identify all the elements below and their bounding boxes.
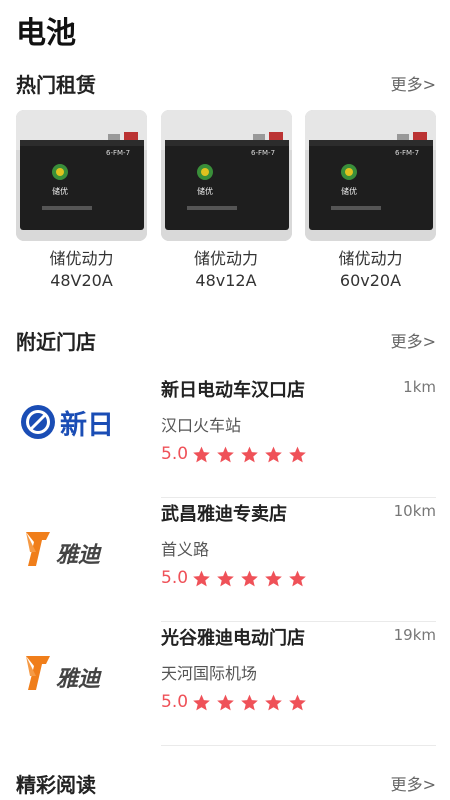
store-item[interactable]: 新日 新日电动车汉口店 1km 汉口火车站 5.0 — [16, 374, 436, 498]
divider — [161, 745, 436, 746]
star-icon — [193, 446, 210, 462]
featured-reading-title: 精彩阅读 — [16, 772, 96, 797]
yadea-logo-text: 雅迪 — [56, 667, 102, 692]
store-name: 新日电动车汉口店 — [161, 380, 305, 401]
star-icon — [241, 694, 258, 710]
star-icon — [217, 446, 234, 462]
page-title: 电池 — [16, 16, 76, 51]
hot-rentals-title: 热门租赁 — [16, 72, 96, 97]
yadea-logo: 雅迪 — [16, 518, 136, 578]
rating-value: 5.0 — [161, 444, 189, 464]
star-icon — [241, 570, 258, 586]
battery-image: 6-FM-7 储优 — [160, 110, 292, 241]
product-list: 6-FM-7 储优 储优动力 48V20A 6-FM-7 储优 储优动力 48v… — [16, 110, 436, 292]
store-rating: 5.0 — [161, 444, 312, 464]
store-item[interactable]: 雅迪 武昌雅迪专卖店 10km 首义路 5.0 — [16, 498, 436, 622]
store-distance: 10km — [393, 502, 436, 520]
product-card[interactable]: 6-FM-7 储优 储优动力 48V20A — [16, 110, 147, 292]
product-name: 储优动力 — [338, 249, 403, 268]
battery-image: 6-FM-7 储优 — [305, 110, 436, 241]
store-distance: 1km — [403, 378, 436, 396]
battery-model-label: 6-FM-7 — [395, 149, 419, 157]
star-icon — [289, 446, 306, 462]
nearby-stores-title: 附近门店 — [16, 329, 96, 354]
star-icon — [265, 570, 282, 586]
star-rating — [192, 569, 312, 588]
star-icon — [289, 694, 306, 710]
store-distance: 19km — [393, 626, 436, 644]
sunrise-logo: 新日 — [16, 394, 136, 454]
battery-brand-mark: 储优 — [197, 186, 213, 196]
star-icon — [193, 694, 210, 710]
store-item[interactable]: 雅迪 光谷雅迪电动门店 19km 天河国际机场 5.0 — [16, 622, 436, 746]
star-icon — [289, 570, 306, 586]
battery-brand-mark: 储优 — [52, 186, 68, 196]
star-icon — [217, 570, 234, 586]
battery-image: 6-FM-7 储优 — [16, 110, 147, 241]
battery-model-label: 6-FM-7 — [251, 149, 275, 157]
product-spec: 48v12A — [195, 271, 257, 290]
store-address: 汉口火车站 — [161, 416, 242, 435]
store-name: 光谷雅迪电动门店 — [161, 628, 305, 649]
store-rating: 5.0 — [161, 568, 312, 588]
yadea-logo-text: 雅迪 — [56, 543, 102, 568]
product-card[interactable]: 6-FM-7 储优 储优动力 48v12A — [160, 110, 292, 292]
product-spec: 60v20A — [339, 271, 402, 290]
star-icon — [241, 446, 258, 462]
nearby-stores-header: 附近门店 更多> — [16, 325, 436, 355]
star-rating — [192, 445, 312, 464]
product-spec: 48V20A — [50, 271, 113, 290]
star-rating — [192, 693, 312, 712]
rating-value: 5.0 — [161, 692, 189, 712]
store-address: 天河国际机场 — [161, 664, 258, 683]
product-name: 储优动力 — [193, 249, 258, 268]
product-card[interactable]: 6-FM-7 储优 储优动力 60v20A — [305, 110, 436, 292]
yadea-logo: 雅迪 — [16, 642, 136, 702]
battery-brand-mark: 储优 — [341, 186, 357, 196]
rating-value: 5.0 — [161, 568, 189, 588]
store-rating: 5.0 — [161, 692, 312, 712]
store-name: 武昌雅迪专卖店 — [161, 504, 287, 525]
featured-reading-header: 精彩阅读 更多> — [16, 768, 436, 798]
hot-rentals-header: 热门租赁 更多> — [16, 68, 436, 98]
star-icon — [217, 694, 234, 710]
nearby-stores-more-link[interactable]: 更多> — [391, 328, 436, 352]
star-icon — [265, 694, 282, 710]
star-icon — [193, 570, 210, 586]
product-name: 储优动力 — [49, 249, 114, 268]
star-icon — [265, 446, 282, 462]
store-address: 首义路 — [161, 540, 210, 559]
battery-model-label: 6-FM-7 — [106, 149, 130, 157]
featured-reading-more-link[interactable]: 更多> — [391, 771, 436, 795]
sunrise-logo-text: 新日 — [60, 409, 114, 441]
hot-rentals-more-link[interactable]: 更多> — [391, 71, 436, 95]
